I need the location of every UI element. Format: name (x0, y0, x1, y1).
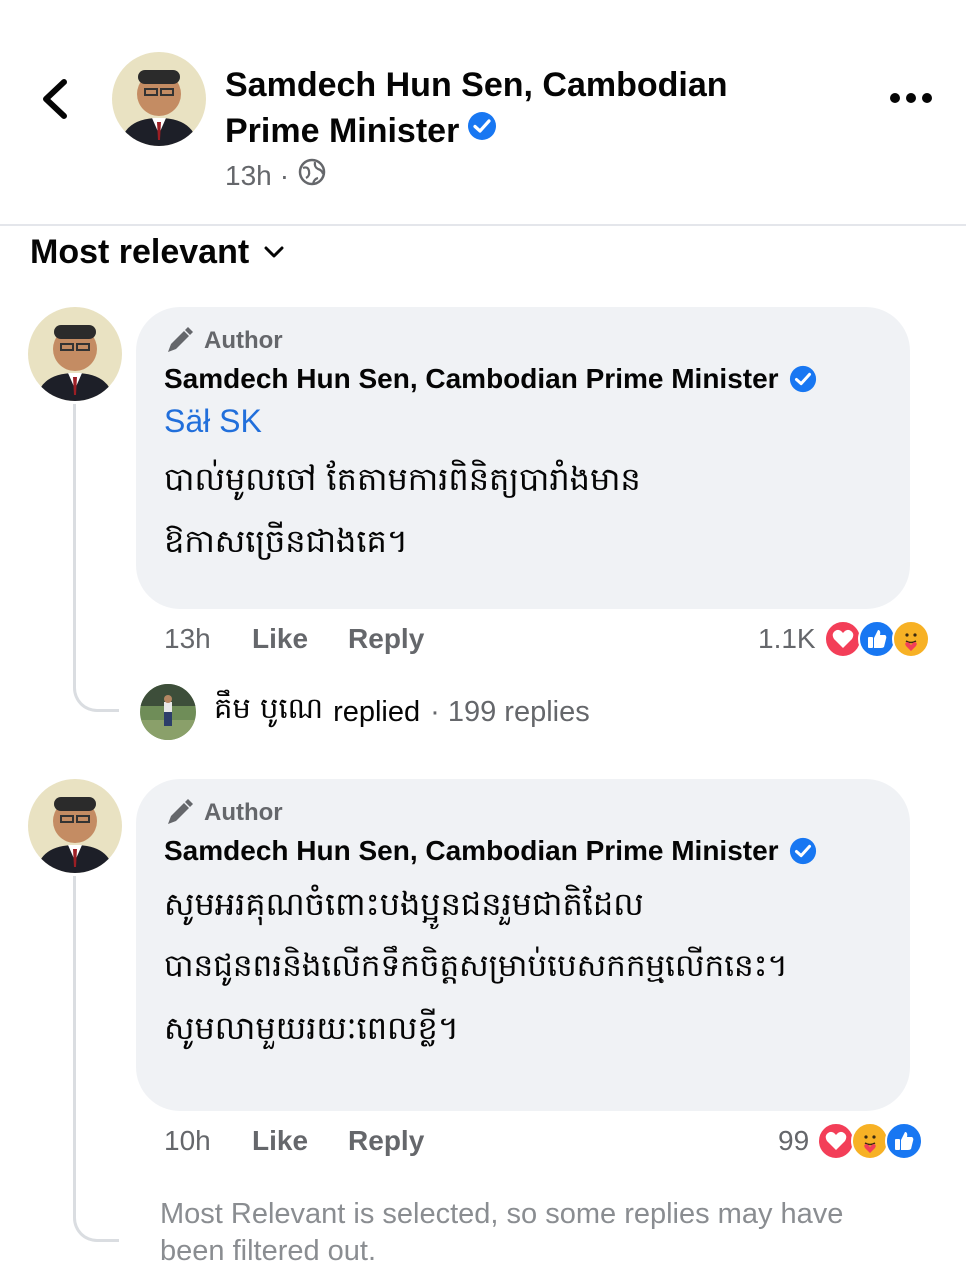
author-badge: Author (164, 797, 882, 829)
more-dot (906, 93, 916, 103)
sort-dropdown[interactable]: Most relevant (30, 230, 285, 274)
comment-line: បាល់មូលចៅ តែតាមការពិនិត្យបារាំងមាន (164, 460, 641, 498)
back-button[interactable] (34, 74, 78, 124)
more-options-button[interactable] (890, 88, 932, 108)
verified-badge-icon (789, 837, 816, 865)
care-icon (851, 1122, 890, 1160)
comment-line: សូមលាមួយរយៈពេលខ្លី។ (164, 1009, 459, 1047)
meta-separator: · (279, 159, 290, 191)
reaction-count: 99 (778, 1125, 810, 1156)
page-avatar[interactable] (112, 52, 206, 146)
comment-text: បាល់មូលចៅ តែតាមការពិនិត្យបារាំងមាន ឱកាសច… (164, 448, 882, 572)
pen-icon (168, 799, 193, 824)
like-button[interactable]: Like (252, 623, 308, 655)
chevron-left-icon (43, 79, 67, 119)
commenter-name[interactable]: Samdech Hun Sen, Cambodian Prime Ministe… (164, 835, 779, 867)
reaction-summary[interactable]: 1.1K (758, 619, 930, 659)
verified-badge-icon (789, 365, 816, 393)
verified-badge-icon (467, 107, 497, 153)
commenter-name-row: Samdech Hun Sen, Cambodian Prime Ministe… (164, 835, 882, 867)
love-icon (823, 620, 862, 658)
more-dot (890, 93, 900, 103)
chevron-down-icon (264, 246, 284, 258)
view-replies-link[interactable]: គឹម បូណេ replied · 199 replies (140, 684, 590, 740)
sort-label: Most relevant (30, 232, 250, 271)
comment-line: សូមអរគុណចំពោះបងប្អូនជនរួមជាតិដែល (164, 885, 644, 923)
like-icon (857, 620, 896, 658)
commenter-avatar[interactable] (28, 307, 122, 401)
love-icon (817, 1122, 856, 1160)
comment-line: ឱកាសច្រើនជាងគេ។ (164, 522, 408, 560)
page-title[interactable]: Samdech Hun Sen, Cambodian Prime Ministe… (225, 62, 825, 154)
care-icon (891, 620, 930, 658)
reply-button[interactable]: Reply (348, 623, 424, 655)
author-badge: Author (164, 325, 882, 357)
thread-line (73, 404, 119, 712)
thread-line (73, 876, 119, 1242)
replier-avatar (140, 684, 196, 740)
pen-icon (168, 327, 193, 352)
comment-actions: 10h Like Reply (164, 1121, 464, 1161)
more-dot (922, 93, 932, 103)
reply-count: · 199 replies (430, 695, 590, 728)
reaction-count: 1.1K (758, 623, 816, 654)
post-meta: 13h · (225, 157, 327, 194)
comment-time[interactable]: 13h (164, 623, 252, 655)
replied-label: replied (333, 695, 421, 728)
comment-bubble[interactable]: Author Samdech Hun Sen, Cambodian Prime … (136, 307, 910, 609)
comment-actions: 13h Like Reply (164, 619, 464, 659)
commenter-name-row: Samdech Hun Sen, Cambodian Prime Ministe… (164, 363, 882, 395)
author-badge-label: Author (204, 799, 283, 826)
filter-note: Most Relevant is selected, so some repli… (160, 1198, 844, 1267)
replier-name: គឹម បូណេ (214, 691, 324, 725)
commenter-avatar[interactable] (28, 779, 122, 873)
comment-line: បានជូនពរនិងលើកទឹកចិត្តសម្រាប់បេសកកម្មលើក… (164, 948, 788, 984)
reaction-summary[interactable]: 99 (778, 1121, 924, 1161)
reply-button[interactable]: Reply (348, 1125, 424, 1157)
commenter-name[interactable]: Samdech Hun Sen, Cambodian Prime Ministe… (164, 363, 779, 395)
author-badge-label: Author (204, 327, 283, 354)
mention-link[interactable]: Säł SK (164, 403, 882, 440)
globe-icon (297, 157, 327, 194)
comment-time[interactable]: 10h (164, 1125, 252, 1157)
like-icon (885, 1122, 924, 1160)
post-time[interactable]: 13h (225, 160, 272, 192)
like-button[interactable]: Like (252, 1125, 308, 1157)
comment-bubble[interactable]: Author Samdech Hun Sen, Cambodian Prime … (136, 779, 910, 1111)
post-header: Samdech Hun Sen, Cambodian Prime Ministe… (0, 0, 966, 226)
comment-text: សូមអរគុណចំពោះបងប្អូនជនរួមជាតិដែល បានជូនព… (164, 873, 882, 1059)
